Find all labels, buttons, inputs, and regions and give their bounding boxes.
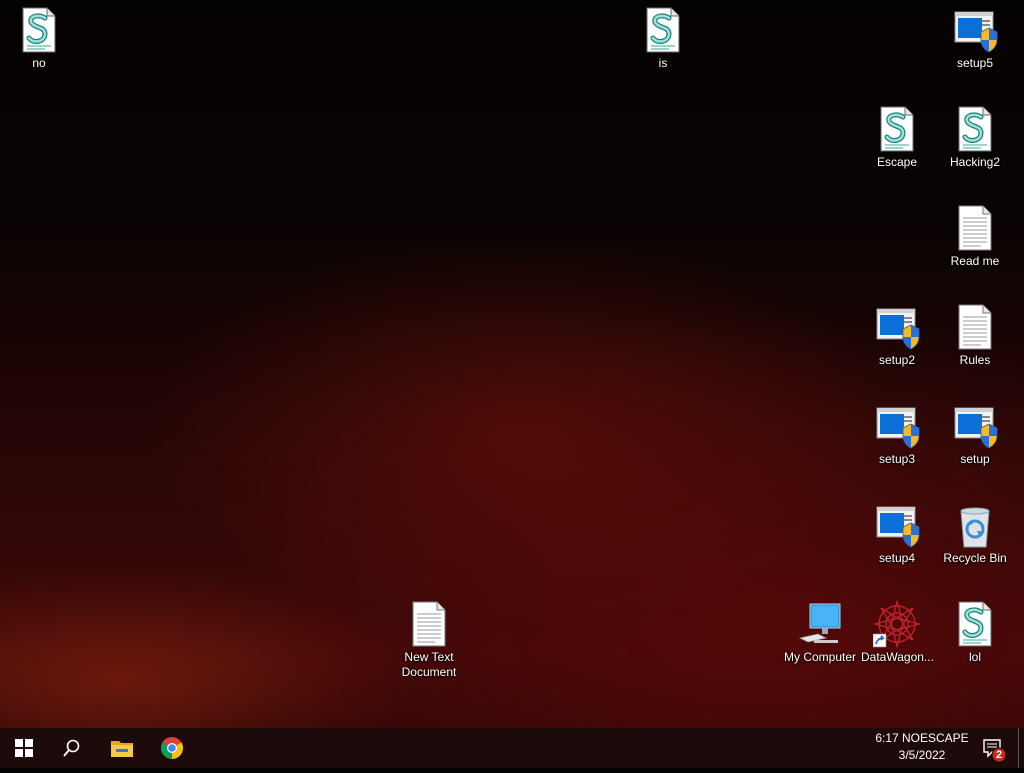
clock-time: 6:17 NOESCAPE bbox=[875, 731, 969, 745]
taskbar: 6:17 NOESCAPE 3/5/2022 2 bbox=[0, 728, 1024, 768]
desktop-icon-my-computer[interactable]: My Computer bbox=[780, 600, 860, 665]
desktop-icon-label: Hacking2 bbox=[949, 155, 1001, 169]
recycle-bin-icon bbox=[951, 501, 999, 549]
desktop-icon-datawagon[interactable]: DataWagon... bbox=[859, 600, 935, 665]
desktop-icon-setup4[interactable]: setup4 bbox=[859, 501, 935, 566]
installer-icon bbox=[951, 6, 999, 54]
desktop-icon-label: Read me bbox=[950, 254, 1000, 268]
desktop-icon-label: Escape bbox=[876, 155, 918, 169]
script-file-icon bbox=[951, 105, 999, 153]
desktop-icon-label: lol bbox=[968, 650, 981, 664]
search-button[interactable] bbox=[48, 728, 96, 768]
windows-logo-icon bbox=[15, 739, 33, 757]
installer-icon bbox=[873, 303, 921, 351]
desktop-icon-new-text-document[interactable]: New Text Document bbox=[391, 600, 467, 680]
desktop-icon-label: Rules bbox=[959, 353, 991, 367]
installer-icon bbox=[873, 402, 921, 450]
text-file-icon bbox=[405, 600, 453, 648]
system-clock[interactable]: 6:17 NOESCAPE 3/5/2022 bbox=[868, 730, 976, 766]
clock-date: 3/5/2022 bbox=[898, 748, 946, 762]
text-file-icon bbox=[951, 204, 999, 252]
notification-count-badge: 2 bbox=[995, 749, 1003, 761]
desktop-icon-label: setup3 bbox=[878, 452, 916, 466]
desktop-icon-label: no bbox=[32, 56, 46, 70]
desktop-icon-label: is bbox=[658, 56, 668, 70]
desktop-icon-label: setup2 bbox=[878, 353, 916, 367]
search-icon bbox=[63, 739, 80, 757]
desktop-icon-recycle-bin[interactable]: Recycle Bin bbox=[937, 501, 1013, 566]
desktop-icon-label: setup bbox=[960, 452, 990, 466]
installer-icon bbox=[951, 402, 999, 450]
desktop-icon-setup2[interactable]: setup2 bbox=[859, 303, 935, 368]
desktop-icon-label: setup4 bbox=[878, 551, 916, 565]
desktop-icon-label: Recycle Bin bbox=[943, 551, 1007, 565]
desktop[interactable]: no is setup5 Escape Hacking2 Read me set… bbox=[0, 0, 1024, 728]
chrome-button[interactable] bbox=[148, 728, 196, 768]
show-desktop-button[interactable] bbox=[1018, 728, 1024, 768]
chrome-icon bbox=[161, 737, 183, 759]
desktop-icon-label: My Computer bbox=[783, 650, 857, 664]
text-file-icon bbox=[951, 303, 999, 351]
desktop-icon-label: New Text Document bbox=[401, 650, 457, 679]
desktop-icon-no[interactable]: no bbox=[1, 6, 77, 71]
desktop-icon-hacking2[interactable]: Hacking2 bbox=[937, 105, 1013, 170]
installer-icon bbox=[873, 501, 921, 549]
desktop-icon-escape[interactable]: Escape bbox=[859, 105, 935, 170]
desktop-icon-is[interactable]: is bbox=[625, 6, 701, 71]
desktop-icon-setup3[interactable]: setup3 bbox=[859, 402, 935, 467]
file-explorer-icon bbox=[111, 741, 133, 757]
desktop-icon-setup5[interactable]: setup5 bbox=[937, 6, 1013, 71]
script-file-icon bbox=[951, 600, 999, 648]
action-center-button[interactable]: 2 bbox=[980, 728, 1016, 768]
desktop-icon-rules[interactable]: Rules bbox=[937, 303, 1013, 368]
desktop-icon-lol[interactable]: lol bbox=[937, 600, 1013, 665]
datawagon-shortcut-icon bbox=[873, 600, 921, 648]
file-explorer-button[interactable] bbox=[98, 728, 146, 768]
script-file-icon bbox=[873, 105, 921, 153]
desktop-icon-setup[interactable]: setup bbox=[937, 402, 1013, 467]
start-button[interactable] bbox=[0, 728, 48, 768]
desktop-icon-label: DataWagon... bbox=[861, 650, 934, 664]
desktop-icon-read-me[interactable]: Read me bbox=[937, 204, 1013, 269]
script-file-icon bbox=[15, 6, 63, 54]
script-file-icon bbox=[639, 6, 687, 54]
computer-icon bbox=[796, 600, 844, 648]
desktop-icon-label: setup5 bbox=[956, 56, 994, 70]
